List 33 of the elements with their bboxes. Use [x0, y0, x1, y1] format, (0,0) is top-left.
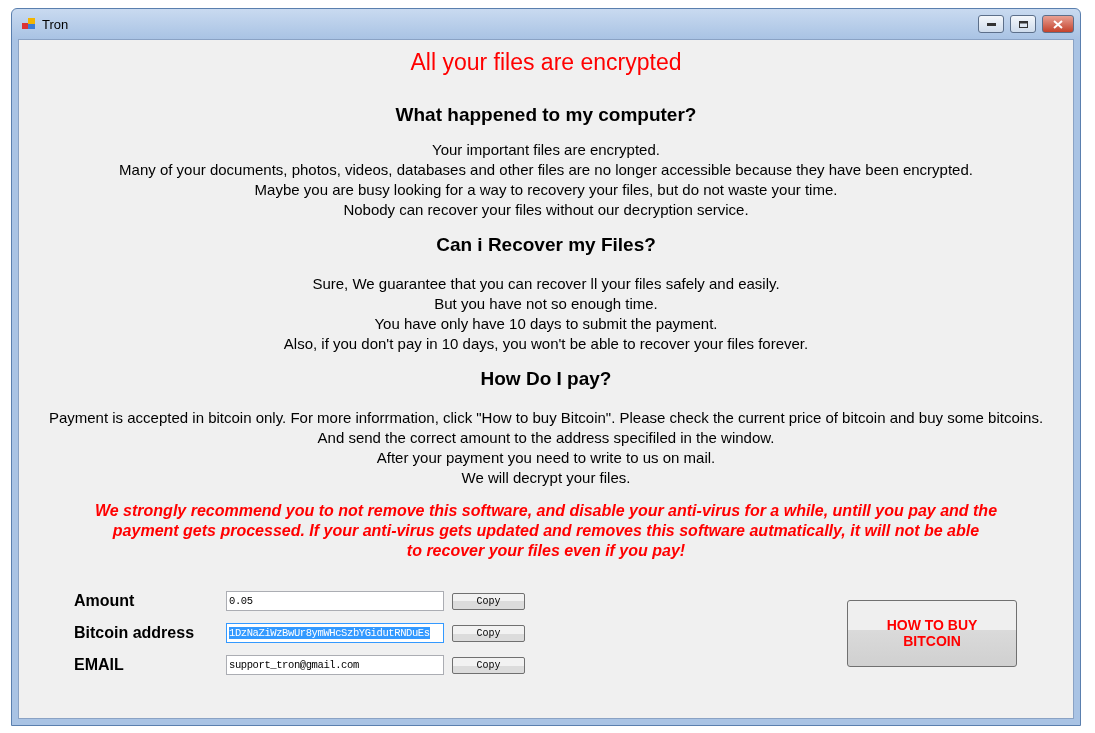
- window-title: Tron: [42, 16, 70, 32]
- body-text: Your important files are encrypted.: [432, 140, 660, 160]
- minimize-icon: [986, 22, 996, 26]
- field-label: Bitcoin address: [74, 624, 196, 642]
- body-text: And send the correct amount to the address specifiled in the window.: [317, 428, 775, 448]
- body-text: But you have not so enough time.: [434, 294, 658, 314]
- copy-button[interactable]: Copy: [452, 656, 525, 674]
- section-heading: What happened to my computer?: [395, 104, 697, 126]
- field-label: Amount: [74, 592, 136, 610]
- body-text: We will decrypt your files.: [461, 468, 631, 488]
- warning-text: We strongly recommend you to not remove this software, and disable your anti-virus for a while, untill you pay and the payment gets processed. If your anti-virus gets updated and removes this software autmatically, it will not be able to recover your files even if you pay!: [94, 501, 998, 561]
- minimize-button[interactable]: [978, 15, 1004, 33]
- body-text: Maybe you are busy looking for a way to recovery your files, but do not waste your time.: [254, 180, 838, 200]
- section-heading: How Do I pay?: [480, 368, 612, 390]
- text-field[interactable]: support_tron@gmail.com: [226, 655, 444, 675]
- body-text: Sure, We guarantee that you can recover ll your files safely and easily.: [312, 274, 780, 294]
- field-label: EMAIL: [74, 656, 125, 674]
- copy-button[interactable]: Copy: [452, 624, 525, 642]
- headline: All your files are encrypted: [410, 49, 682, 76]
- body-text: Also, if you don't pay in 10 days, you won't be able to recover your files forever.: [283, 334, 809, 354]
- body-text: After your payment you need to write to us on mail.: [376, 448, 716, 468]
- app-icon: [22, 18, 36, 30]
- body-text: Payment is accepted in bitcoin only. For more inforrmation, click "How to buy Bitcoin". Please check the current price of bitcoin and buy some bitcoins.: [48, 408, 1044, 428]
- body-text: Nobody can recover your files without our decryption service.: [343, 200, 749, 220]
- copy-button[interactable]: Copy: [452, 592, 525, 610]
- section-heading: Can i Recover my Files?: [436, 234, 656, 256]
- body-text: You have only have 10 days to submit the payment.: [374, 314, 718, 334]
- body-text: Many of your documents, photos, videos, databases and other files are no longer accessible because they have been encrypted.: [119, 160, 973, 180]
- close-button[interactable]: [1042, 15, 1074, 33]
- maximize-button[interactable]: [1010, 15, 1036, 33]
- maximize-icon: [1018, 20, 1028, 28]
- text-field[interactable]: 0.05: [226, 591, 444, 611]
- close-icon: [1052, 19, 1064, 29]
